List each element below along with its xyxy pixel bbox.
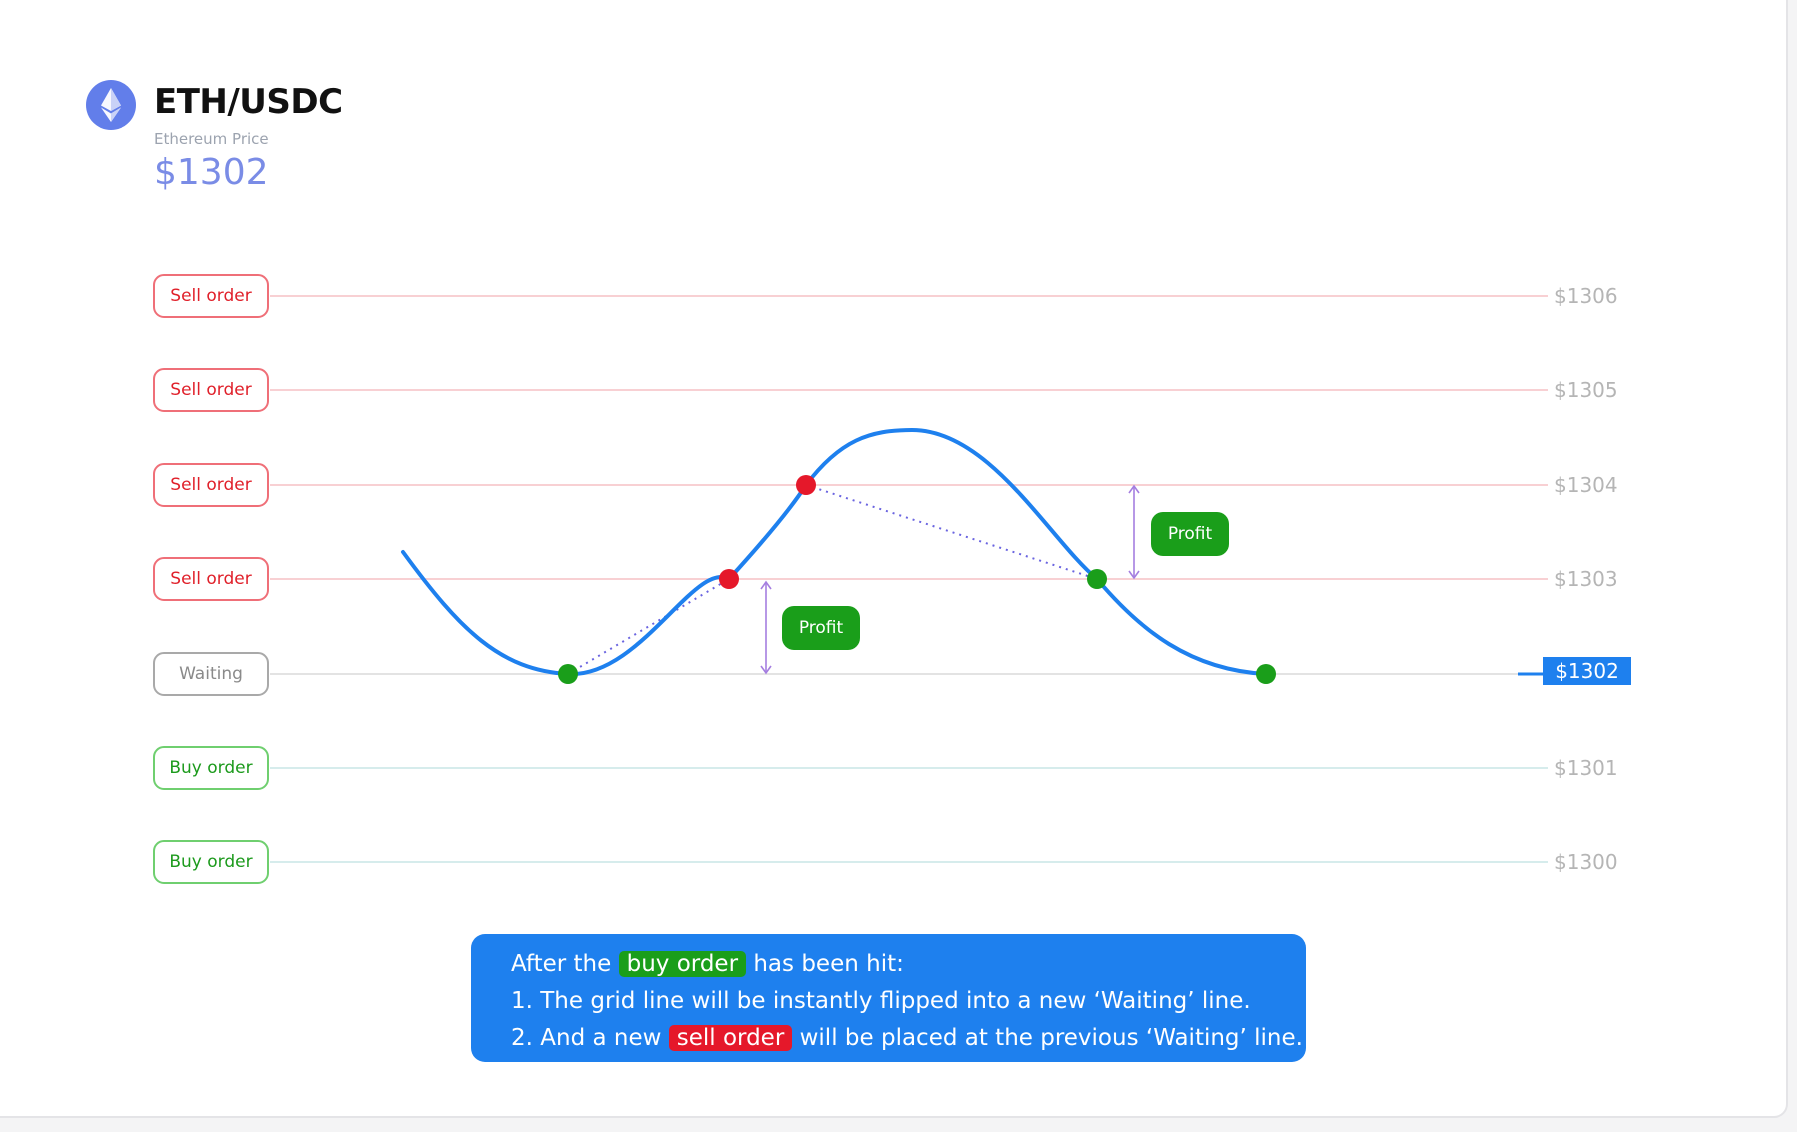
pair-title: ETH/USDC — [154, 82, 343, 122]
profit-arrow-2 — [1128, 484, 1140, 580]
profit-badge: Profit — [782, 606, 860, 650]
price-tick-1306: $1306 — [1554, 284, 1618, 308]
price-label: Ethereum Price — [154, 130, 269, 148]
price-tick-1300: $1300 — [1554, 850, 1618, 874]
trade-connector-1 — [567, 578, 730, 675]
profit-badge: Profit — [1151, 512, 1229, 556]
grid-label-buy-order: Buy order — [153, 840, 269, 884]
price-tick-1301: $1301 — [1554, 756, 1618, 780]
grid-label-sell-order: Sell order — [153, 368, 269, 412]
grid-label-waiting: Waiting — [153, 652, 269, 696]
info-line-1-suffix: has been hit: — [753, 951, 904, 977]
info-line-1-prefix: After the — [511, 951, 612, 977]
price-tick-1304: $1304 — [1554, 473, 1618, 497]
info-line-1: After the buy order has been hit: — [511, 946, 1306, 983]
buy-fill-dot-3 — [1256, 664, 1276, 684]
price-tick-1305: $1305 — [1554, 378, 1618, 402]
buy-fill-dot-2 — [1087, 569, 1107, 589]
price-tick-1303: $1303 — [1554, 567, 1618, 591]
ethereum-icon — [86, 80, 136, 130]
grid-label-sell-order: Sell order — [153, 463, 269, 507]
explanation-box: After the buy order has been hit: 1. The… — [471, 934, 1306, 1062]
current-price-tag: $1302 — [1543, 657, 1631, 685]
buy-order-highlight: buy order — [618, 951, 747, 977]
grid-label-sell-order: Sell order — [153, 274, 269, 318]
profit-arrow-1 — [760, 580, 772, 675]
current-price: $1302 — [154, 152, 269, 193]
info-line-3: 2. And a new sell order will be placed a… — [511, 1020, 1306, 1057]
info-line-3-prefix: 2. And a new — [511, 1025, 662, 1051]
sell-fill-dot-1 — [719, 569, 739, 589]
sell-fill-dot-2 — [796, 475, 816, 495]
info-line-2: 1. The grid line will be instantly flipp… — [511, 988, 1251, 1014]
grid-label-sell-order: Sell order — [153, 557, 269, 601]
info-line-3-suffix: will be placed at the previous ‘Waiting’… — [799, 1025, 1303, 1051]
sell-order-highlight: sell order — [668, 1025, 793, 1051]
grid-label-buy-order: Buy order — [153, 746, 269, 790]
buy-fill-dot-1 — [558, 664, 578, 684]
